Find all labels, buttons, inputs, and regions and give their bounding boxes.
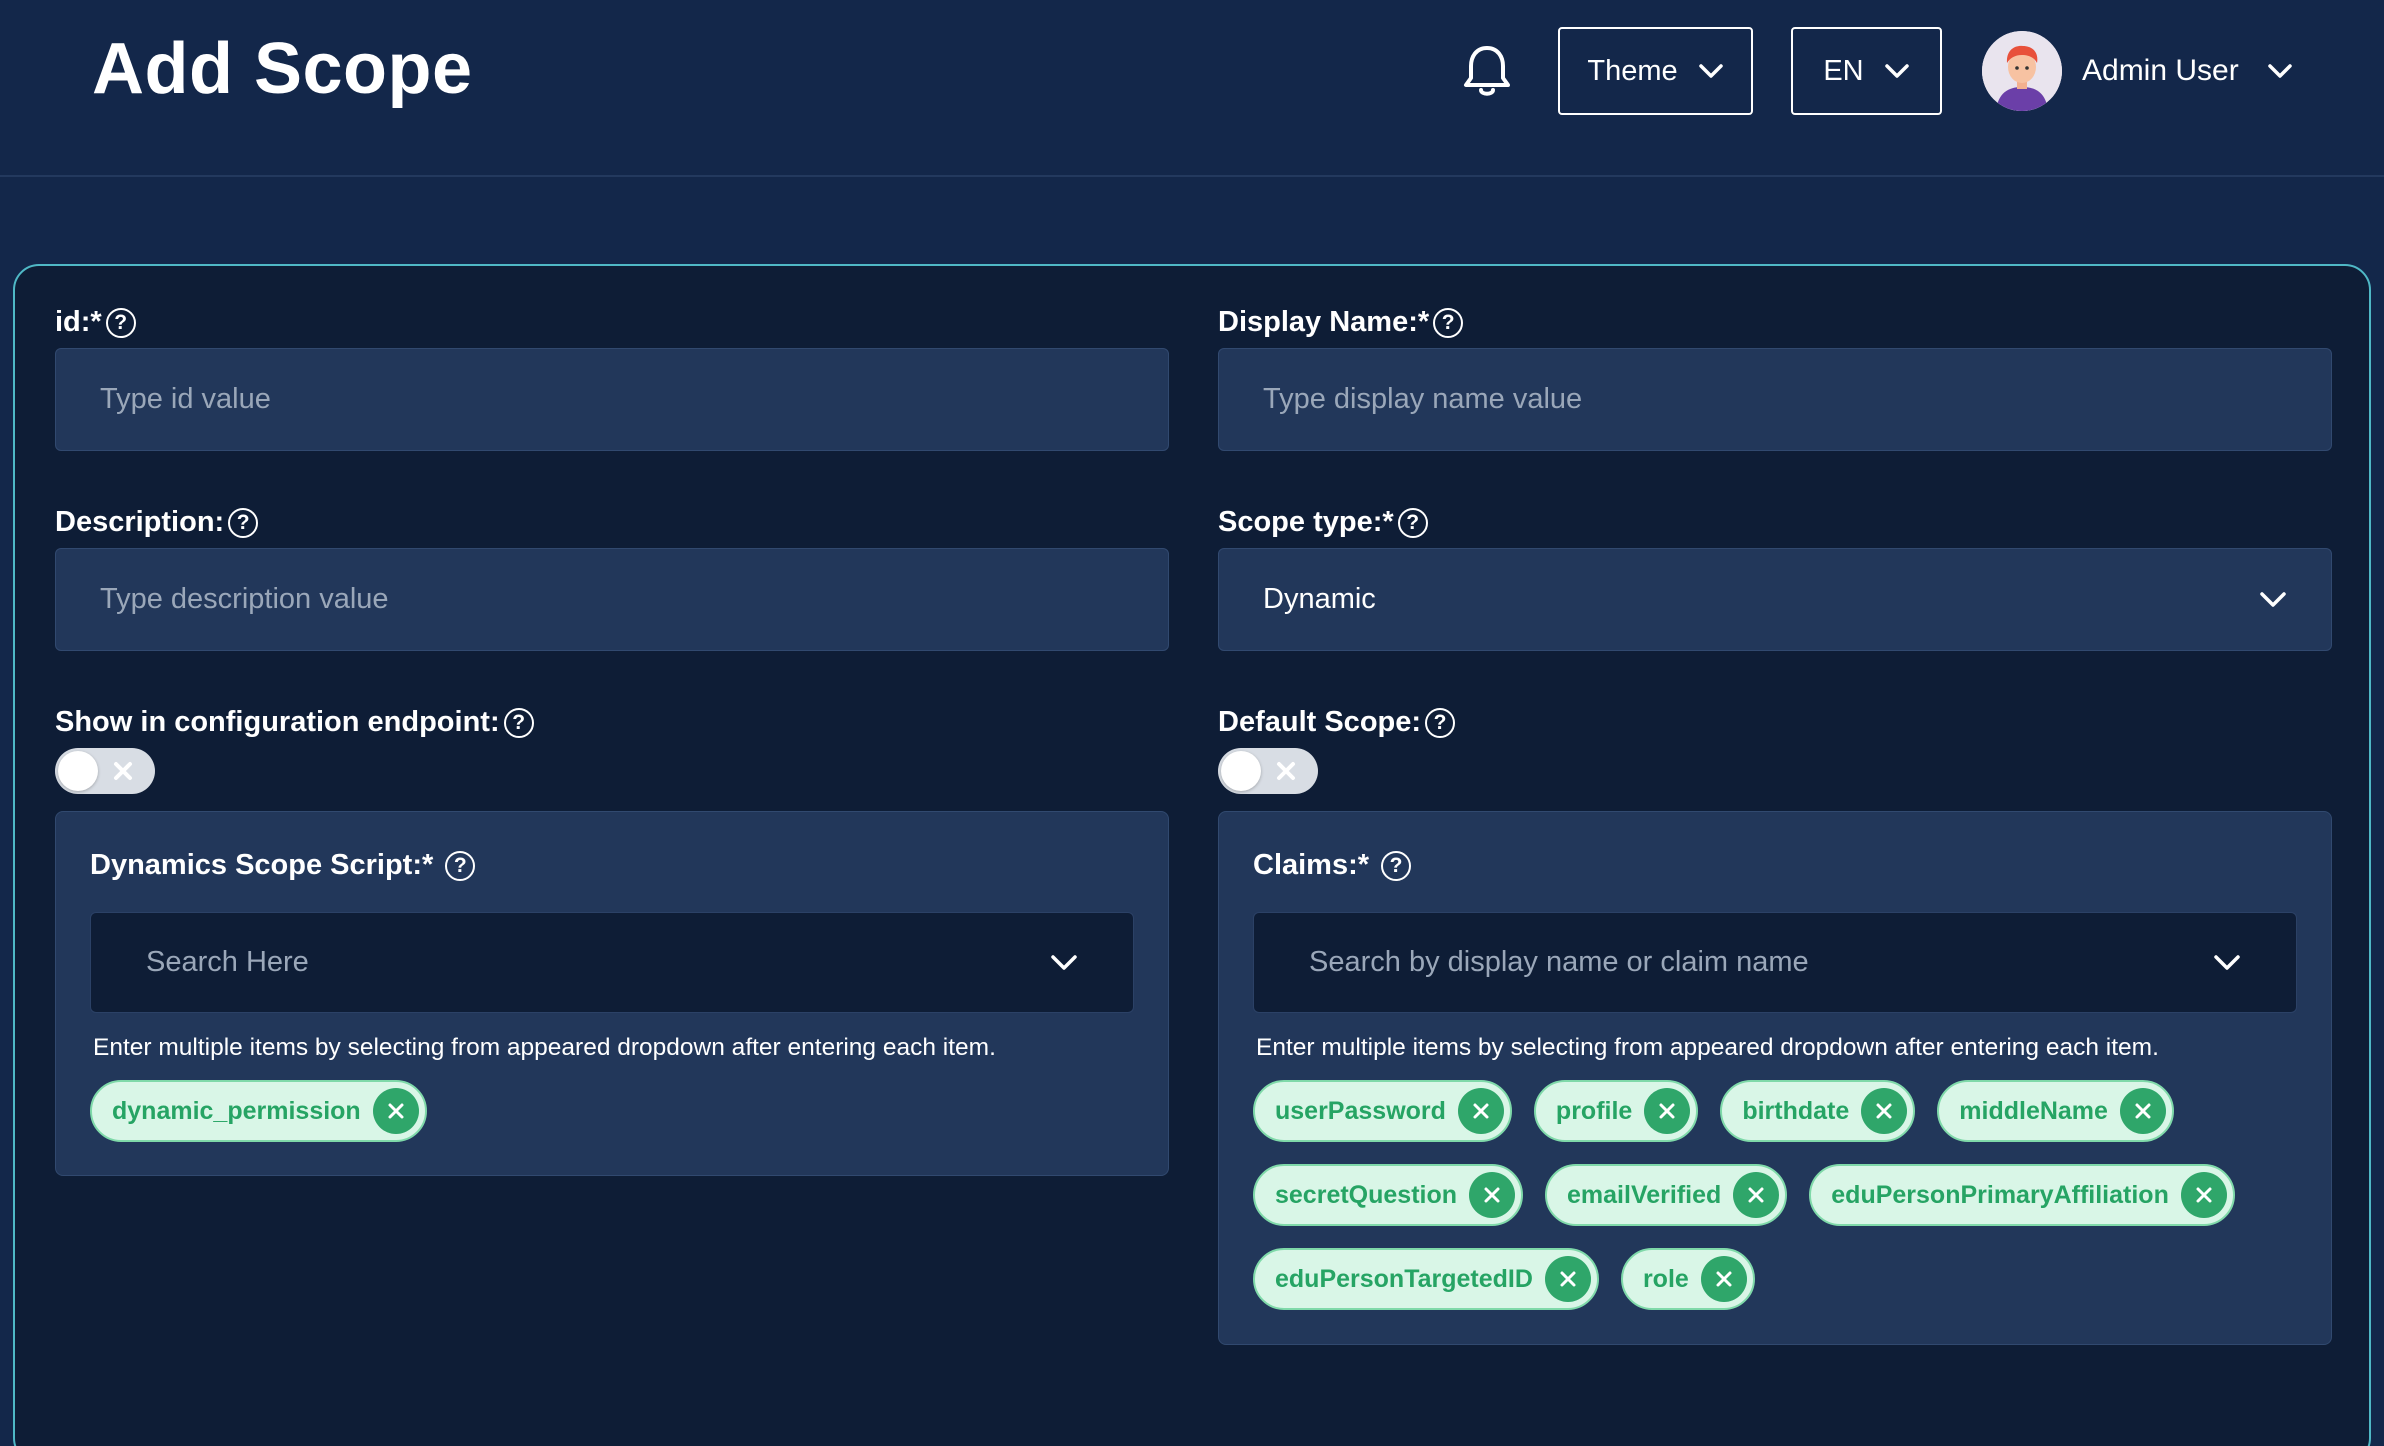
chip-label: emailVerified	[1567, 1180, 1722, 1209]
chevron-down-icon	[2267, 64, 2292, 78]
chip: eduPersonTargetedID	[1253, 1248, 1599, 1310]
dynamic-script-hint: Enter multiple items by selecting from a…	[93, 1034, 996, 1061]
chip-label: secretQuestion	[1275, 1180, 1458, 1209]
dynamic-script-chips: dynamic_permission	[90, 1080, 1134, 1142]
help-icon[interactable]: ?	[1397, 507, 1428, 538]
bell-icon[interactable]	[1462, 44, 1512, 98]
claims-hint: Enter multiple items by selecting from a…	[1256, 1034, 2159, 1061]
chevron-down-icon	[1884, 64, 1909, 78]
default-scope-toggle[interactable]	[1218, 748, 1318, 794]
chip-label: eduPersonTargetedID	[1275, 1264, 1533, 1293]
dynamic-script-search[interactable]: Search Here	[90, 912, 1134, 1013]
chevron-down-icon	[1698, 64, 1723, 78]
display-name-placeholder: Type display name value	[1263, 383, 1583, 415]
remove-chip-icon[interactable]	[1733, 1172, 1780, 1218]
scope-type-label-text: Scope type:*	[1218, 506, 1394, 538]
help-icon[interactable]: ?	[228, 507, 259, 538]
dynamic-script-panel: Dynamics Scope Script:* ? Search Here En…	[55, 811, 1169, 1176]
help-icon[interactable]: ?	[445, 850, 476, 881]
chip-label: profile	[1555, 1096, 1633, 1125]
remove-chip-icon[interactable]	[1700, 1256, 1747, 1302]
theme-label: Theme	[1587, 54, 1678, 87]
chip-label: userPassword	[1275, 1096, 1446, 1125]
language-label: EN	[1823, 54, 1864, 87]
remove-chip-icon[interactable]	[2119, 1088, 2166, 1134]
language-dropdown[interactable]: EN	[1791, 27, 1942, 115]
chip: middleName	[1937, 1080, 2174, 1142]
id-placeholder: Type id value	[100, 383, 271, 415]
user-name: Admin User	[2082, 54, 2239, 87]
chip-label: role	[1642, 1264, 1689, 1293]
scope-type-select[interactable]: Dynamic	[1218, 548, 2332, 651]
toggle-knob	[1221, 751, 1261, 791]
chip-label: eduPersonPrimaryAffiliation	[1831, 1180, 2169, 1209]
scope-form-card: id:* ? Type id value Display Name:* ? Ty…	[13, 264, 2371, 1446]
chevron-down-icon	[2214, 954, 2240, 970]
dynamic-script-label: Dynamics Scope Script:* ?	[90, 849, 476, 882]
help-icon[interactable]: ?	[1425, 707, 1456, 738]
claims-label-text: Claims:*	[1253, 849, 1370, 881]
default-scope-label: Default Scope: ?	[1218, 706, 1456, 739]
top-header: Add Scope Theme EN Admin User	[0, 0, 2384, 177]
theme-dropdown[interactable]: Theme	[1558, 27, 1753, 115]
scope-type-label: Scope type:* ?	[1218, 506, 1428, 539]
description-placeholder: Type description value	[100, 583, 389, 615]
display-name-label: Display Name:* ?	[1218, 306, 1464, 339]
claims-panel: Claims:* ? Search by display name or cla…	[1218, 811, 2332, 1345]
chevron-down-icon	[2260, 591, 2286, 607]
chip-label: dynamic_permission	[112, 1096, 361, 1125]
help-icon[interactable]: ?	[1433, 307, 1464, 338]
chip: birthdate	[1720, 1080, 1916, 1142]
chip: userPassword	[1253, 1080, 1512, 1142]
description-label: Description: ?	[55, 506, 259, 539]
claims-label: Claims:* ?	[1253, 849, 1412, 882]
default-scope-label-text: Default Scope:	[1218, 706, 1422, 738]
remove-chip-icon[interactable]	[2180, 1172, 2227, 1218]
chip: eduPersonPrimaryAffiliation	[1809, 1164, 2235, 1226]
chip: emailVerified	[1545, 1164, 1788, 1226]
help-icon[interactable]: ?	[105, 307, 136, 338]
remove-chip-icon[interactable]	[372, 1088, 419, 1134]
close-icon	[1277, 762, 1295, 780]
remove-chip-icon[interactable]	[1544, 1256, 1591, 1302]
chip: dynamic_permission	[90, 1080, 427, 1142]
scope-type-value: Dynamic	[1263, 583, 1376, 615]
chip-label: birthdate	[1742, 1096, 1850, 1125]
show-in-config-toggle[interactable]	[55, 748, 155, 794]
claims-placeholder: Search by display name or claim name	[1309, 946, 1809, 978]
id-input[interactable]: Type id value	[55, 348, 1169, 451]
remove-chip-icon[interactable]	[1469, 1172, 1516, 1218]
id-label: id:* ?	[55, 306, 136, 339]
remove-chip-icon[interactable]	[1457, 1088, 1504, 1134]
claims-chips: userPassword profile birthdate middleName se…	[1253, 1080, 2297, 1310]
chevron-down-icon	[1051, 954, 1077, 970]
help-icon[interactable]: ?	[1381, 850, 1412, 881]
description-input[interactable]: Type description value	[55, 548, 1169, 651]
show-in-config-label: Show in configuration endpoint: ?	[55, 706, 534, 739]
close-icon	[114, 762, 132, 780]
claims-search[interactable]: Search by display name or claim name	[1253, 912, 2297, 1013]
description-label-text: Description:	[55, 506, 225, 538]
remove-chip-icon[interactable]	[1861, 1088, 1908, 1134]
display-name-label-text: Display Name:*	[1218, 306, 1430, 338]
toggle-knob	[58, 751, 98, 791]
help-icon[interactable]: ?	[503, 707, 534, 738]
chip: profile	[1533, 1080, 1699, 1142]
chip-label: middleName	[1959, 1096, 2108, 1125]
avatar	[1982, 31, 2062, 111]
show-in-config-label-text: Show in configuration endpoint:	[55, 706, 500, 738]
user-menu[interactable]: Admin User	[1982, 30, 2293, 112]
chip: secretQuestion	[1253, 1164, 1524, 1226]
chip: role	[1620, 1248, 1755, 1310]
dynamic-script-placeholder: Search Here	[146, 946, 309, 978]
dynamic-script-label-text: Dynamics Scope Script:*	[90, 849, 434, 881]
page-title: Add Scope	[92, 29, 473, 109]
remove-chip-icon[interactable]	[1644, 1088, 1691, 1134]
display-name-input[interactable]: Type display name value	[1218, 348, 2332, 451]
id-label-text: id:*	[55, 306, 102, 338]
